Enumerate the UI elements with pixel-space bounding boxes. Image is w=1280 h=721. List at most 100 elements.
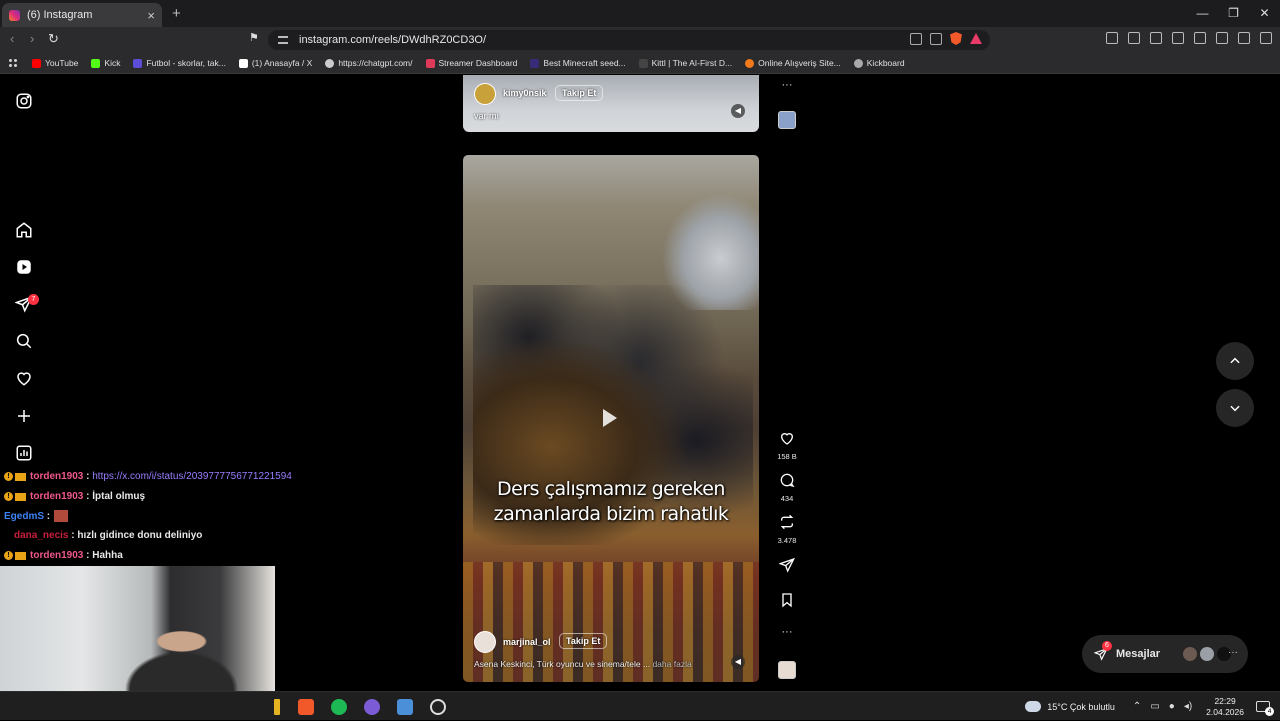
- chat-message: dana_necis : hızlı gidince donu deliniyo: [14, 530, 203, 542]
- play-icon[interactable]: [603, 409, 617, 427]
- apps-grid-icon[interactable]: [8, 58, 18, 68]
- forward-button[interactable]: ›: [30, 31, 34, 46]
- create-plus-icon[interactable]: [15, 407, 33, 425]
- emote-icon: [54, 510, 69, 523]
- mute-icon[interactable]: ◀: [731, 104, 745, 118]
- messages-label: Mesajlar: [1116, 648, 1161, 660]
- webcam-overlay: [0, 566, 275, 696]
- next-reel-button[interactable]: [1216, 389, 1254, 427]
- home-icon[interactable]: [15, 221, 33, 239]
- chat-link[interactable]: https://x.com/i/status/20397777567712215…: [92, 471, 292, 482]
- vpn-icon[interactable]: [1238, 32, 1250, 44]
- reload-button[interactable]: ↻: [48, 31, 59, 47]
- sidebar-toggle-icon[interactable]: [1172, 32, 1184, 44]
- extensions-icon[interactable]: [1106, 32, 1118, 44]
- install-app-icon[interactable]: [910, 32, 922, 45]
- brave-shields-icon[interactable]: [950, 32, 962, 45]
- notification-center-icon[interactable]: 4: [1256, 701, 1274, 716]
- reel-caption: var mı: [474, 111, 500, 121]
- restore-button[interactable]: ❐: [1218, 0, 1249, 27]
- brave-rewards-icon[interactable]: [970, 33, 982, 44]
- kickboard-icon: [853, 58, 863, 68]
- current-reel-video[interactable]: Ders çalışmamız gereken zamanlarda bizim…: [463, 155, 759, 682]
- save-button[interactable]: [772, 592, 802, 613]
- repost-count: 3.478: [777, 536, 797, 545]
- follow-button[interactable]: Takip Et: [559, 633, 608, 649]
- system-tray: 15°C Çok bulutlu ⌃ ▭ ● ◂) 22:29 2.04.202…: [1025, 692, 1280, 721]
- notifications-badge: 7: [28, 294, 39, 305]
- menu-icon[interactable]: [1260, 32, 1272, 44]
- previous-reel-button[interactable]: [1216, 342, 1254, 380]
- bookmark-futbol[interactable]: Futbol - skorlar, tak...: [133, 58, 226, 68]
- bookmark-kickboard[interactable]: Kickboard: [853, 58, 905, 68]
- leo-ai-icon[interactable]: [1216, 32, 1228, 44]
- bookmark-page-icon[interactable]: ⚑: [249, 31, 259, 44]
- messages-button[interactable]: 6 Mesajlar ···: [1082, 635, 1248, 673]
- chat-text: İptal olmuş: [92, 491, 146, 503]
- bookmark-minecraft-seed[interactable]: Best Minecraft seed...: [530, 58, 626, 68]
- media-icon[interactable]: [1150, 32, 1162, 44]
- badge-icon: [15, 492, 26, 501]
- badge-icon: !: [4, 551, 13, 561]
- reels-icon[interactable]: [15, 258, 33, 276]
- reel-author-username[interactable]: kimy0nsik: [503, 88, 547, 98]
- obs-icon[interactable]: [430, 699, 446, 715]
- close-tab-icon[interactable]: ×: [147, 8, 155, 23]
- reel-author-username[interactable]: marjinal_ol: [503, 637, 551, 647]
- more-link[interactable]: daha fazla: [652, 659, 691, 669]
- screenshot-icon[interactable]: [1128, 32, 1140, 44]
- tab-title: (6) Instagram: [27, 9, 93, 21]
- previous-reel-more-icon[interactable]: ···: [772, 79, 802, 91]
- tab-instagram[interactable]: (6) Instagram ×: [2, 3, 162, 27]
- brave-browser-icon[interactable]: [298, 699, 314, 715]
- bookmark-online-alisveris[interactable]: Online Alışveriş Site...: [745, 58, 841, 68]
- spotify-icon[interactable]: [331, 699, 347, 715]
- volume-icon[interactable]: ◂): [1184, 701, 1192, 712]
- chat-message: ! torden1903 : İptal olmuş: [0, 487, 340, 507]
- badge-icon: [15, 551, 26, 560]
- microphone-icon[interactable]: ●: [1169, 701, 1175, 712]
- subtitle-line-2: zamanlarda bizim rahatlık: [493, 503, 729, 525]
- more-options-icon[interactable]: ···: [772, 626, 802, 638]
- app-icon[interactable]: [397, 699, 413, 715]
- audio-thumbnail-icon[interactable]: [778, 661, 796, 679]
- site-settings-icon[interactable]: [278, 36, 288, 44]
- reel-author-avatar[interactable]: [474, 631, 496, 653]
- bookmark-kick[interactable]: Kick: [91, 58, 120, 68]
- close-window-button[interactable]: ✕: [1249, 0, 1280, 27]
- send-icon: [778, 557, 795, 573]
- clock[interactable]: 22:29 2.04.2026: [1206, 696, 1244, 718]
- bookmark-youtube[interactable]: YouTube: [32, 58, 78, 68]
- minimize-button[interactable]: —: [1187, 0, 1218, 27]
- chevron-up-icon: [1230, 357, 1240, 364]
- share-icon[interactable]: [930, 32, 942, 45]
- discord-icon[interactable]: [364, 699, 380, 715]
- more-icon[interactable]: ···: [1228, 647, 1238, 658]
- bookmark-kittl[interactable]: Kittl | The AI-First D...: [638, 58, 732, 68]
- comment-button[interactable]: 434: [772, 472, 802, 503]
- previous-reel[interactable]: kimy0nsik Takip Et var mı ◀: [463, 75, 759, 132]
- wallet-icon[interactable]: [1194, 32, 1206, 44]
- insights-chart-icon[interactable]: [15, 444, 33, 462]
- file-explorer-icon[interactable]: [274, 699, 280, 715]
- like-button[interactable]: 158 B: [772, 430, 802, 461]
- instagram-logo-icon[interactable]: [15, 92, 33, 110]
- address-bar[interactable]: instagram.com/reels/DWdhRZ0CD3O/: [268, 30, 990, 50]
- new-tab-button[interactable]: +: [172, 5, 181, 22]
- share-button[interactable]: [772, 557, 802, 578]
- like-count: 158 B: [777, 452, 797, 461]
- back-button[interactable]: ‹: [10, 31, 14, 46]
- search-icon[interactable]: [15, 332, 33, 350]
- follow-button[interactable]: Takip Et: [555, 85, 604, 101]
- repost-button[interactable]: 3.478: [772, 514, 802, 545]
- bookmark-x[interactable]: (1) Anasayfa / X: [238, 58, 312, 68]
- mute-icon[interactable]: ◀: [731, 655, 745, 669]
- reel-author-avatar[interactable]: [474, 83, 496, 105]
- audio-thumbnail-icon[interactable]: [778, 111, 796, 129]
- network-icon[interactable]: ▭: [1150, 701, 1159, 712]
- bookmark-chatgpt[interactable]: https://chatgpt.com/: [325, 58, 413, 68]
- heart-notifications-icon[interactable]: [15, 369, 33, 387]
- bookmark-streamer-dashboard[interactable]: Streamer Dashboard: [425, 58, 517, 68]
- weather-widget[interactable]: 15°C Çok bulutlu: [1025, 701, 1115, 712]
- chevron-up-icon[interactable]: ⌃: [1133, 701, 1141, 712]
